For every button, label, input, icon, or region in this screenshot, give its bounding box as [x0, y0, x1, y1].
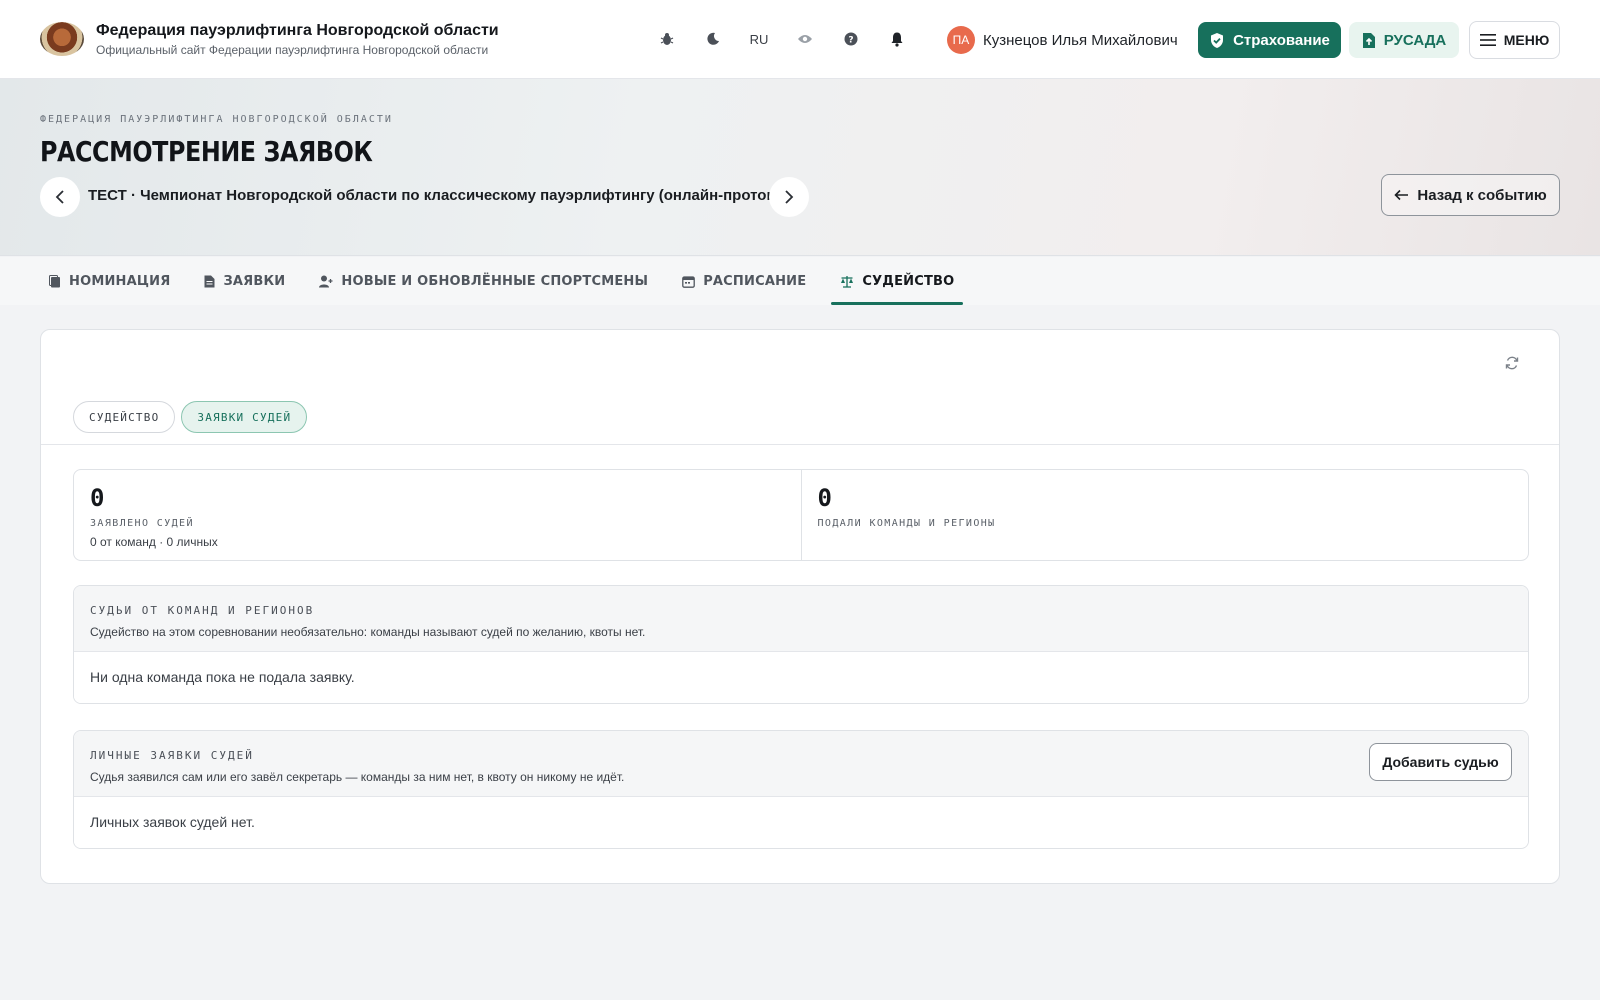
stat-value: 0 — [90, 484, 105, 512]
user-profile[interactable]: ПА Кузнецов Илья Михайлович — [947, 26, 1178, 54]
calendar-icon — [682, 275, 696, 288]
user-plus-icon — [319, 275, 333, 287]
bell-icon[interactable] — [882, 24, 912, 54]
scales-icon — [841, 275, 854, 288]
personal-judges-section: ЛИЧНЫЕ ЗАЯВКИ СУДЕЙ Судья заявился сам и… — [73, 730, 1529, 849]
section-description: Судейство на этом соревновании необязате… — [90, 625, 646, 639]
stat-declared-judges: 0 ЗАЯВЛЕНО СУДЕЙ 0 от команд · 0 личных — [74, 470, 801, 560]
tab-label: СУДЕЙСТВО — [862, 273, 955, 289]
rusada-label: РУСАДА — [1383, 31, 1447, 49]
avatar: ПА — [947, 26, 975, 54]
menu-button[interactable]: МЕНЮ — [1469, 21, 1560, 59]
tab-label: РАСПИСАНИЕ — [703, 273, 807, 289]
hamburger-icon — [1479, 34, 1496, 46]
next-event-button[interactable] — [769, 177, 809, 217]
moon-icon[interactable] — [698, 24, 728, 54]
section-header: ЛИЧНЫЕ ЗАЯВКИ СУДЕЙ Судья заявился сам и… — [74, 731, 1528, 797]
section-title: ЛИЧНЫЕ ЗАЯВКИ СУДЕЙ — [90, 749, 254, 762]
federation-logo[interactable] — [40, 22, 84, 56]
subtab-judging[interactable]: СУДЕЙСТВО — [73, 401, 176, 433]
site-title[interactable]: Федерация пауэрлифтинга Новгородской обл… — [96, 22, 499, 40]
stat-label: ПОДАЛИ КОМАНДЫ И РЕГИОНЫ — [817, 518, 996, 529]
judging-subtabs: СУДЕЙСТВО ЗАЯВКИ СУДЕЙ — [73, 401, 313, 433]
prev-event-button[interactable] — [40, 177, 80, 217]
team-judges-section: СУДЬИ ОТ КОМАНД И РЕГИОНОВ Судейство на … — [73, 585, 1529, 704]
section-description: Судья заявился сам или его завёл секрета… — [90, 770, 625, 784]
svg-text:?: ? — [848, 36, 853, 46]
chevron-right-icon — [785, 190, 794, 204]
judging-card: СУДЕЙСТВО ЗАЯВКИ СУДЕЙ 0 ЗАЯВЛЕНО СУДЕЙ … — [40, 329, 1560, 884]
tab-new-athletes[interactable]: НОВЫЕ И ОБНОВЛЁННЫЕ СПОРТСМЕНЫ — [310, 257, 657, 305]
tab-label: НОВЫЕ И ОБНОВЛЁННЫЕ СПОРТСМЕНЫ — [341, 273, 649, 289]
document-upload-icon — [1362, 32, 1375, 48]
eye-icon[interactable] — [790, 24, 820, 54]
tab-entries[interactable]: ЗАЯВКИ — [195, 257, 294, 305]
tab-judging[interactable]: СУДЕЙСТВО — [831, 257, 964, 305]
stat-label: ЗАЯВЛЕНО СУДЕЙ — [90, 518, 194, 529]
insurance-button[interactable]: Страхование — [1198, 22, 1341, 58]
refresh-icon[interactable] — [1505, 356, 1519, 375]
divider — [41, 444, 1559, 445]
chevron-left-icon — [55, 190, 64, 204]
file-icon — [204, 275, 215, 287]
menu-label: МЕНЮ — [1503, 32, 1550, 48]
help-icon[interactable]: ? — [836, 24, 866, 54]
clipboard-icon — [49, 274, 60, 287]
tab-label: ЗАЯВКИ — [223, 273, 286, 289]
tab-nomination[interactable]: НОМИНАЦИЯ — [40, 257, 179, 305]
judge-stats: 0 ЗАЯВЛЕНО СУДЕЙ 0 от команд · 0 личных … — [73, 469, 1529, 561]
top-header: Федерация пауэрлифтинга Новгородской обл… — [0, 0, 1600, 79]
empty-state: Ни одна команда пока не подала заявку. — [74, 652, 1528, 703]
brand: Федерация пауэрлифтинга Новгородской обл… — [96, 22, 499, 57]
stat-value: 0 — [817, 484, 832, 512]
breadcrumb: ФЕДЕРАЦИЯ ПАУЭРЛИФТИНГА НОВГОРОДСКОЙ ОБЛ… — [40, 114, 393, 125]
add-judge-button[interactable]: Добавить судью — [1369, 743, 1512, 781]
back-to-event-button[interactable]: Назад к событию — [1381, 174, 1560, 216]
page-title: РАССМОТРЕНИЕ ЗАЯВОК — [40, 135, 373, 168]
bug-icon[interactable] — [652, 24, 682, 54]
arrow-left-icon — [1394, 189, 1409, 201]
stat-teams-submitted: 0 ПОДАЛИ КОМАНДЫ И РЕГИОНЫ — [800, 470, 1529, 560]
language-switch[interactable]: RU — [744, 24, 774, 54]
section-header: СУДЬИ ОТ КОМАНД И РЕГИОНОВ Судейство на … — [74, 586, 1528, 652]
empty-state: Личных заявок судей нет. — [74, 797, 1528, 848]
page-hero: ФЕДЕРАЦИЯ ПАУЭРЛИФТИНГА НОВГОРОДСКОЙ ОБЛ… — [0, 79, 1600, 256]
main-tabs: НОМИНАЦИЯ ЗАЯВКИ НОВЫЕ И ОБНОВЛЁННЫЕ СПО… — [0, 257, 1600, 305]
rusada-button[interactable]: РУСАДА — [1349, 22, 1459, 58]
stat-note: 0 от команд · 0 личных — [90, 535, 218, 549]
event-name: ТЕСТ · Чемпионат Новгородской области по… — [88, 187, 798, 204]
insurance-label: Страхование — [1233, 31, 1330, 49]
tab-label: НОМИНАЦИЯ — [69, 273, 171, 289]
site-subtitle: Официальный сайт Федерации пауэрлифтинга… — [96, 42, 489, 57]
subtab-judge-entries[interactable]: ЗАЯВКИ СУДЕЙ — [181, 401, 308, 433]
shield-check-icon — [1211, 32, 1224, 48]
section-title: СУДЬИ ОТ КОМАНД И РЕГИОНОВ — [90, 604, 315, 617]
back-label: Назад к событию — [1417, 186, 1547, 204]
header-icons: RU ? — [652, 24, 928, 54]
tab-schedule[interactable]: РАСПИСАНИЕ — [673, 257, 815, 305]
user-name: Кузнецов Илья Михайлович — [983, 31, 1178, 49]
